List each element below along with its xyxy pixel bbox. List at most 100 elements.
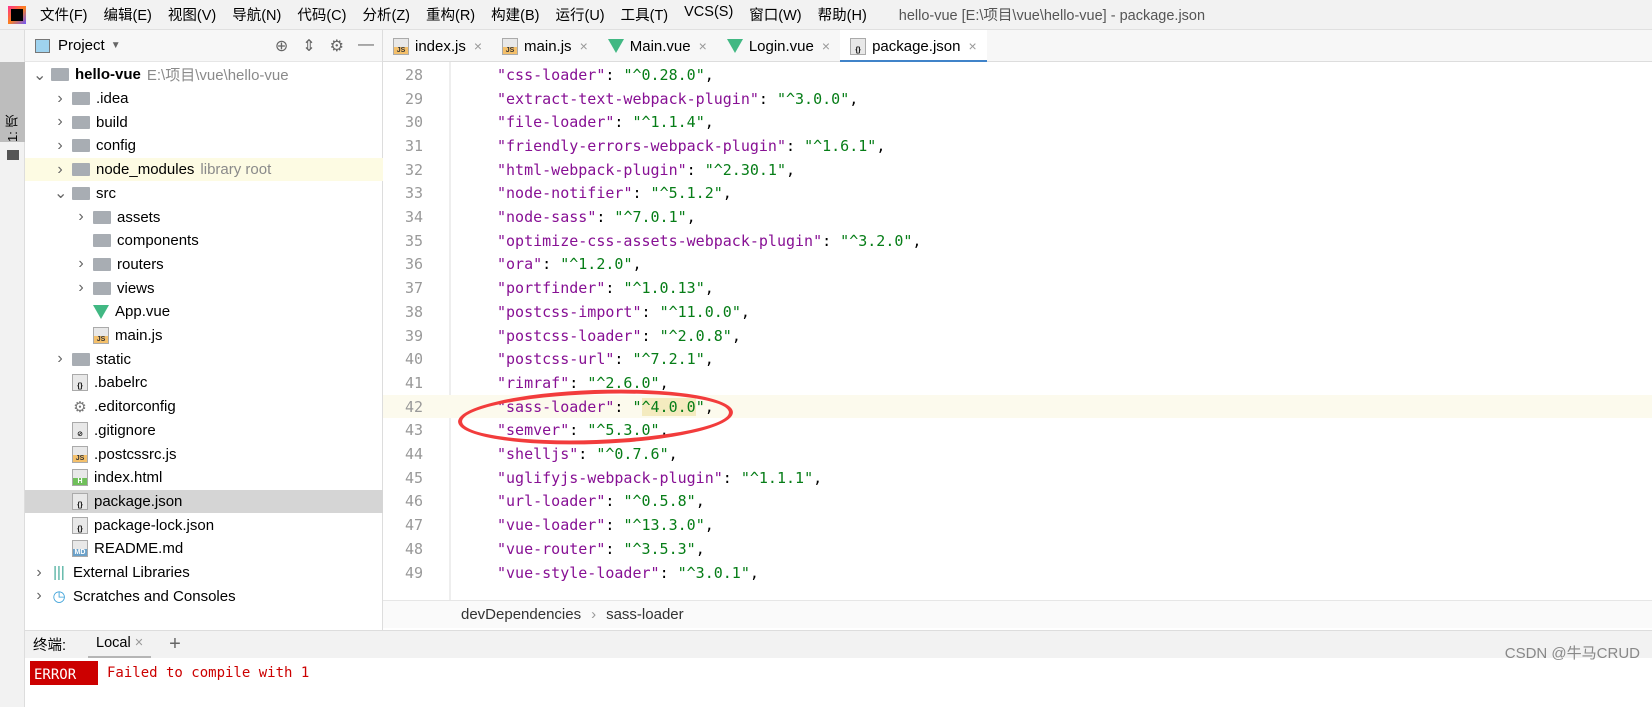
tree-item[interactable]: {} .babelrc	[25, 371, 383, 395]
collapse-all-icon[interactable]: ⇕	[302, 36, 315, 56]
menu-item[interactable]: 编辑(E)	[104, 4, 152, 25]
menu-item[interactable]: 分析(Z)	[362, 4, 410, 25]
chevron-right-icon[interactable]: ›	[54, 113, 66, 131]
scratches-icon: ◷	[52, 588, 66, 606]
terminal-tab-local[interactable]: Local ×	[88, 631, 152, 659]
tree-item[interactable]: ⚙ .editorconfig	[25, 395, 383, 419]
menu-item[interactable]: 帮助(H)	[818, 4, 867, 25]
tree-item[interactable]: ⌄ src	[25, 182, 383, 206]
tree-item[interactable]: JS main.js	[25, 324, 383, 348]
close-icon[interactable]: ×	[474, 38, 482, 54]
tree-item[interactable]: › assets	[25, 205, 383, 229]
tree-item[interactable]: › views	[25, 276, 383, 300]
code-text: "file-loader": "^1.1.4",	[497, 113, 714, 132]
line-number: 47	[404, 516, 423, 535]
tree-item[interactable]: components	[25, 229, 383, 253]
chevron-right-icon[interactable]: ›	[33, 587, 45, 605]
json-value: ^3.0.1	[686, 563, 741, 582]
chevron-right-icon[interactable]: ›	[75, 255, 87, 273]
locate-icon[interactable]: ⊕	[275, 36, 288, 56]
folder-icon	[72, 352, 90, 366]
tree-item[interactable]: ⊘ .gitignore	[25, 419, 383, 443]
tree-item-label: src	[96, 184, 116, 202]
menu-item[interactable]: 窗口(W)	[749, 4, 801, 25]
menu-item[interactable]: 导航(N)	[232, 4, 281, 25]
menu-item[interactable]: 运行(U)	[555, 4, 604, 25]
chevron-down-icon[interactable]: ⌄	[54, 183, 67, 203]
tree-item[interactable]: {} package.json	[25, 489, 383, 514]
close-icon[interactable]: ×	[135, 635, 143, 651]
tree-item[interactable]: › .idea	[25, 87, 383, 111]
code-text: "postcss-loader": "^2.0.8",	[497, 326, 741, 345]
tree-item[interactable]: › static	[25, 347, 383, 371]
tree-item[interactable]: › ||| External Libraries	[25, 561, 383, 585]
breadcrumb-item[interactable]: devDependencies	[461, 606, 581, 623]
menu-item[interactable]: 文件(F)	[40, 4, 88, 25]
json-value: ^1.0.13	[632, 279, 696, 298]
menu-item[interactable]: VCS(S)	[684, 4, 733, 25]
chevron-right-icon[interactable]: ›	[54, 350, 66, 368]
chevron-right-icon[interactable]: ›	[54, 137, 66, 155]
menu-item[interactable]: 构建(B)	[491, 4, 539, 25]
tree-item[interactable]: › routers	[25, 253, 383, 277]
chevron-right-icon[interactable]: ›	[75, 279, 87, 297]
code-text: "shelljs": "^0.7.6",	[497, 445, 678, 464]
chevron-right-icon[interactable]: ›	[54, 90, 66, 108]
code-editor[interactable]: 28 "css-loader": "^0.28.0", 29 "extract-tex…	[383, 62, 1652, 600]
close-icon[interactable]: ×	[968, 38, 976, 54]
chevron-down-icon[interactable]: ⌄	[33, 65, 46, 85]
line-number: 48	[404, 539, 423, 558]
tree-item-label: package.json	[94, 492, 183, 510]
gear-icon[interactable]: ⚙	[330, 36, 344, 56]
code-line: 45 "uglifyjs-webpack-plugin": "^1.1.1",	[383, 466, 1652, 490]
line-number: 40	[404, 350, 423, 369]
close-icon[interactable]: ×	[822, 38, 830, 54]
tree-item[interactable]: › build	[25, 110, 383, 134]
menu-item[interactable]: 代码(C)	[297, 4, 346, 25]
error-badge: ERROR	[30, 661, 98, 685]
folder-icon	[93, 234, 111, 248]
tree-item[interactable]: {} package-lock.json	[25, 513, 383, 537]
project-view-selector[interactable]: Project	[58, 37, 105, 54]
line-number: 46	[404, 492, 423, 511]
json-key: vue-style-loader	[506, 563, 651, 582]
chevron-right-icon[interactable]: ›	[54, 161, 66, 179]
tree-item[interactable]: App.vue	[25, 300, 383, 324]
terminal-output[interactable]: ERROR Failed to compile with 1	[25, 658, 1652, 707]
tab-main-js[interactable]: JS main.js ×	[492, 30, 598, 62]
tree-item[interactable]: › node_modules library root	[25, 157, 383, 182]
json-value: ^7.0.1	[623, 208, 678, 227]
menu-item[interactable]: 重构(R)	[426, 4, 475, 25]
project-tool-button[interactable]: 1: 项目	[0, 62, 39, 160]
chevron-right-icon[interactable]: ›	[33, 564, 45, 582]
tree-item[interactable]: JS .postcssrc.js	[25, 442, 383, 466]
json-file-icon: {}	[72, 374, 88, 392]
close-icon[interactable]: ×	[699, 38, 707, 54]
tree-item[interactable]: ⌄ hello-vue E:\项目\vue\hello-vue	[25, 63, 383, 87]
vue-file-icon	[93, 304, 109, 319]
tree-item[interactable]: › config	[25, 134, 383, 158]
tab-main-vue[interactable]: Main.vue ×	[598, 30, 717, 62]
minimize-icon[interactable]: —	[358, 36, 374, 56]
menu-item[interactable]: 视图(V)	[168, 4, 216, 25]
vue-file-icon	[607, 39, 624, 53]
tab-index-js[interactable]: JS index.js ×	[383, 30, 492, 62]
code-text: "url-loader": "^0.5.8",	[497, 492, 705, 511]
breadcrumb-item[interactable]: sass-loader	[606, 606, 684, 623]
tree-item[interactable]: › ◷ Scratches and Consoles	[25, 584, 383, 608]
chevron-right-icon[interactable]: ›	[75, 208, 87, 226]
code-line: 39 "postcss-loader": "^2.0.8",	[383, 324, 1652, 348]
tree-item[interactable]: MD README.md	[25, 537, 383, 561]
tree-item[interactable]: Hindex.html	[25, 466, 383, 490]
tab-login-vue[interactable]: Login.vue ×	[717, 30, 840, 62]
tree-item-label: .babelrc	[94, 374, 148, 392]
chevron-down-icon[interactable]: ▼	[111, 40, 121, 51]
menu-item[interactable]: 工具(T)	[621, 4, 669, 25]
folder-icon	[72, 139, 90, 153]
json-file-icon: {}	[72, 516, 88, 534]
json-key: node-sass	[506, 208, 588, 227]
tab-package-json[interactable]: {} package.json ×	[840, 30, 987, 63]
json-value: ^1.6.1	[813, 136, 868, 155]
new-terminal-plus-icon[interactable]: +	[169, 633, 181, 656]
close-icon[interactable]: ×	[580, 38, 588, 54]
